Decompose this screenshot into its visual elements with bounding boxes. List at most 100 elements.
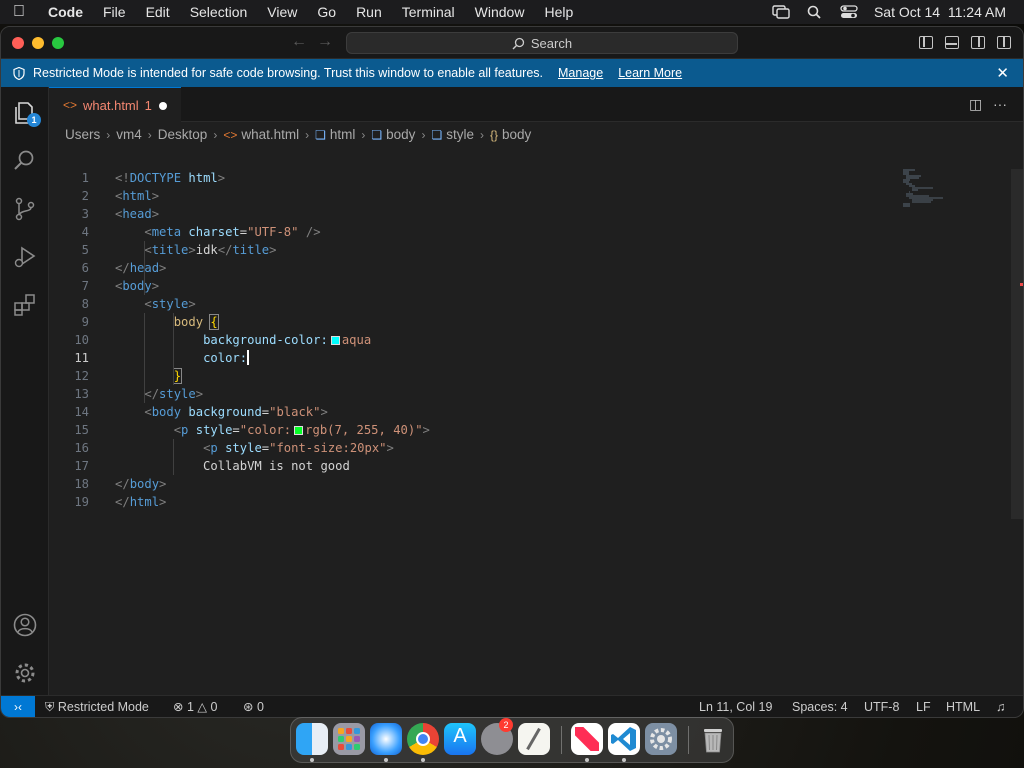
back-arrow-icon[interactable]: ← bbox=[291, 33, 307, 51]
eol-status[interactable]: LF bbox=[916, 696, 931, 717]
extensions-icon[interactable] bbox=[1, 281, 49, 329]
control-center-icon[interactable] bbox=[840, 5, 858, 19]
indent-guide bbox=[173, 439, 174, 475]
accounts-icon[interactable] bbox=[1, 601, 49, 649]
menubar-clock[interactable]: Sat Oct 14 11:24 AM bbox=[874, 4, 1006, 20]
window-maximize-button[interactable] bbox=[52, 37, 64, 49]
explorer-icon[interactable]: 1 bbox=[1, 89, 49, 137]
breadcrumb-html[interactable]: html bbox=[330, 127, 356, 142]
more-actions-icon[interactable]: ··· bbox=[993, 96, 1007, 112]
menu-file[interactable]: File bbox=[93, 0, 136, 24]
code-line[interactable]: 4 <meta charset="UTF-8" /> bbox=[49, 223, 889, 241]
system-settings-icon[interactable]: 2 bbox=[481, 718, 513, 755]
breadcrumb-style[interactable]: style bbox=[446, 127, 474, 142]
run-debug-icon[interactable] bbox=[1, 233, 49, 281]
safari-icon[interactable] bbox=[370, 723, 402, 755]
minimap[interactable] bbox=[901, 169, 951, 209]
problems-status[interactable]: ⊗ 1 △ 0 bbox=[173, 696, 217, 717]
menu-terminal[interactable]: Terminal bbox=[392, 0, 465, 24]
toggle-secondary-sidebar-icon[interactable] bbox=[971, 36, 985, 49]
code-editor[interactable]: 1 <!DOCTYPE html> 2 <html> 3 <head> 4 <meta ch… bbox=[49, 169, 1023, 609]
window-close-button[interactable] bbox=[12, 37, 24, 49]
toggle-primary-sidebar-icon[interactable] bbox=[919, 36, 933, 49]
spotlight-search-icon[interactable] bbox=[806, 5, 824, 19]
breadcrumb-vm4[interactable]: vm4 bbox=[116, 127, 142, 142]
preferences-icon[interactable] bbox=[645, 723, 677, 755]
code-line[interactable]: 14 <body background="black"> bbox=[49, 403, 889, 421]
news-icon[interactable] bbox=[571, 723, 603, 755]
code-line[interactable]: 17 CollabVM is not good bbox=[49, 457, 889, 475]
menu-go[interactable]: Go bbox=[307, 0, 346, 24]
code-line[interactable]: 7 <body> bbox=[49, 277, 889, 295]
line-number: 15 bbox=[74, 423, 89, 437]
trash-icon[interactable] bbox=[697, 723, 729, 755]
language-mode-status[interactable]: HTML bbox=[946, 696, 980, 717]
code-line[interactable]: 1 <!DOCTYPE html> bbox=[49, 169, 889, 187]
menu-edit[interactable]: Edit bbox=[136, 0, 180, 24]
vertical-scrollbar[interactable] bbox=[1011, 169, 1023, 519]
split-editor-icon[interactable]: ◫ bbox=[969, 96, 982, 113]
unsaved-dot-icon[interactable] bbox=[159, 102, 167, 110]
textedit-icon[interactable] bbox=[518, 723, 550, 755]
customize-layout-icon[interactable] bbox=[997, 36, 1011, 49]
finder-icon[interactable] bbox=[296, 723, 328, 755]
cursor-position[interactable]: Ln 11, Col 19 bbox=[699, 696, 772, 717]
window-minimize-button[interactable] bbox=[32, 37, 44, 49]
code-line[interactable]: 5 <title>idk</title> bbox=[49, 241, 889, 259]
activity-bar: 1 bbox=[1, 87, 49, 696]
dock: A 2 bbox=[290, 717, 734, 763]
remote-indicator-icon[interactable]: ›‹ bbox=[1, 696, 35, 717]
close-banner-icon[interactable]: ✕ bbox=[996, 64, 1009, 82]
indentation-status[interactable]: Spaces: 4 bbox=[792, 696, 848, 717]
screen-mirroring-icon[interactable] bbox=[772, 5, 790, 19]
notifications-bell-icon[interactable]: ♫ bbox=[996, 696, 1005, 717]
explorer-badge: 1 bbox=[27, 113, 41, 127]
toggle-panel-icon[interactable] bbox=[945, 36, 959, 49]
line-number: 13 bbox=[74, 387, 89, 401]
encoding-status[interactable]: UTF-8 bbox=[864, 696, 899, 717]
breadcrumb-body-rule[interactable]: body bbox=[502, 127, 531, 142]
menu-view[interactable]: View bbox=[257, 0, 307, 24]
menu-run[interactable]: Run bbox=[346, 0, 392, 24]
launchpad-icon[interactable] bbox=[333, 723, 365, 755]
menu-selection[interactable]: Selection bbox=[180, 0, 258, 24]
code-line[interactable]: 15 <p style="color: rgb(7, 255, 40)"> bbox=[49, 421, 889, 439]
code-line[interactable]: 8 <style> bbox=[49, 295, 889, 313]
menu-app-name[interactable]: Code bbox=[38, 0, 93, 24]
learn-more-link[interactable]: Learn More bbox=[618, 66, 682, 80]
code-line[interactable]: 6 </head> bbox=[49, 259, 889, 277]
command-center-search[interactable]: Search bbox=[346, 32, 738, 54]
code-line[interactable]: 2 <html> bbox=[49, 187, 889, 205]
gear-icon[interactable] bbox=[1, 649, 49, 697]
manage-link[interactable]: Manage bbox=[558, 66, 603, 80]
line-text: </style> bbox=[144, 387, 204, 401]
breadcrumb-body[interactable]: body bbox=[386, 127, 415, 142]
tab-what-html[interactable]: <> what.html 1 bbox=[49, 87, 181, 122]
vscode-icon[interactable] bbox=[608, 723, 640, 755]
menu-help[interactable]: Help bbox=[534, 0, 583, 24]
code-line[interactable]: 11 color: bbox=[49, 349, 889, 367]
restricted-mode-status[interactable]: ⛨ Restricted Mode bbox=[45, 696, 149, 717]
menu-window[interactable]: Window bbox=[465, 0, 535, 24]
apple-menu-icon[interactable]:  bbox=[0, 3, 38, 21]
breadcrumb-users[interactable]: Users bbox=[65, 127, 100, 142]
code-line[interactable]: 9 body { bbox=[49, 313, 889, 331]
breadcrumb-file[interactable]: what.html bbox=[241, 127, 299, 142]
code-line[interactable]: 13 </style> bbox=[49, 385, 889, 403]
app-store-icon[interactable]: A bbox=[444, 723, 476, 755]
forward-arrow-icon[interactable]: → bbox=[317, 33, 333, 51]
breadcrumb-desktop[interactable]: Desktop bbox=[158, 127, 208, 142]
ports-status[interactable]: ⊛ 0 bbox=[243, 696, 264, 717]
code-line[interactable]: 12 } bbox=[49, 367, 889, 385]
line-text: CollabVM is not good bbox=[115, 459, 350, 473]
source-control-icon[interactable] bbox=[1, 185, 49, 233]
line-text: </html> bbox=[115, 495, 167, 509]
code-line[interactable]: 16 <p style="font-size:20px"> bbox=[49, 439, 889, 457]
code-line[interactable]: 19 </html> bbox=[49, 493, 889, 511]
code-line[interactable]: 10 background-color: aqua bbox=[49, 331, 889, 349]
code-line[interactable]: 3 <head> bbox=[49, 205, 889, 223]
search-icon[interactable] bbox=[1, 137, 49, 185]
code-line[interactable]: 18 </body> bbox=[49, 475, 889, 493]
chrome-icon[interactable] bbox=[407, 723, 439, 755]
symbol-element-icon: ❏ bbox=[431, 127, 443, 142]
